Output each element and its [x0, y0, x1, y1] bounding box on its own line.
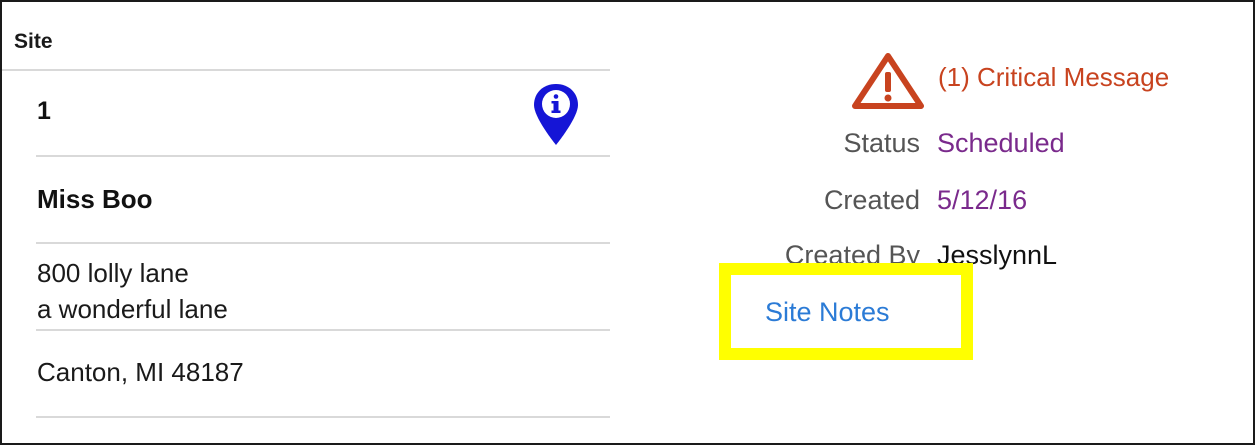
divider: [36, 416, 610, 418]
divider: [36, 329, 610, 331]
status-value: Scheduled: [937, 128, 1065, 158]
warning-triangle-icon[interactable]: [851, 52, 925, 110]
site-name: Miss Boo: [37, 184, 153, 214]
critical-message-link[interactable]: (1) Critical Message: [938, 62, 1169, 93]
divider: [2, 69, 610, 71]
status-label: Status: [843, 128, 920, 158]
address-line-2: a wonderful lane: [37, 294, 228, 324]
site-notes-link[interactable]: Site Notes: [765, 297, 890, 328]
created-by-label: Created By: [784, 240, 920, 264]
site-city: Canton, MI 48187: [37, 357, 244, 387]
site-section-header: Site: [14, 30, 53, 53]
divider: [36, 155, 610, 157]
address-line-1: 800 lolly lane: [37, 258, 189, 288]
map-pin-info-icon[interactable]: [531, 82, 581, 148]
site-number: 1: [37, 97, 51, 125]
site-address: 800 lolly lane a wonderful lane: [37, 255, 228, 327]
created-by-label-wrapper: Created By: [700, 228, 945, 264]
created-label: Created: [823, 185, 920, 215]
created-value: 5/12/16: [937, 185, 1028, 215]
divider: [36, 242, 610, 244]
